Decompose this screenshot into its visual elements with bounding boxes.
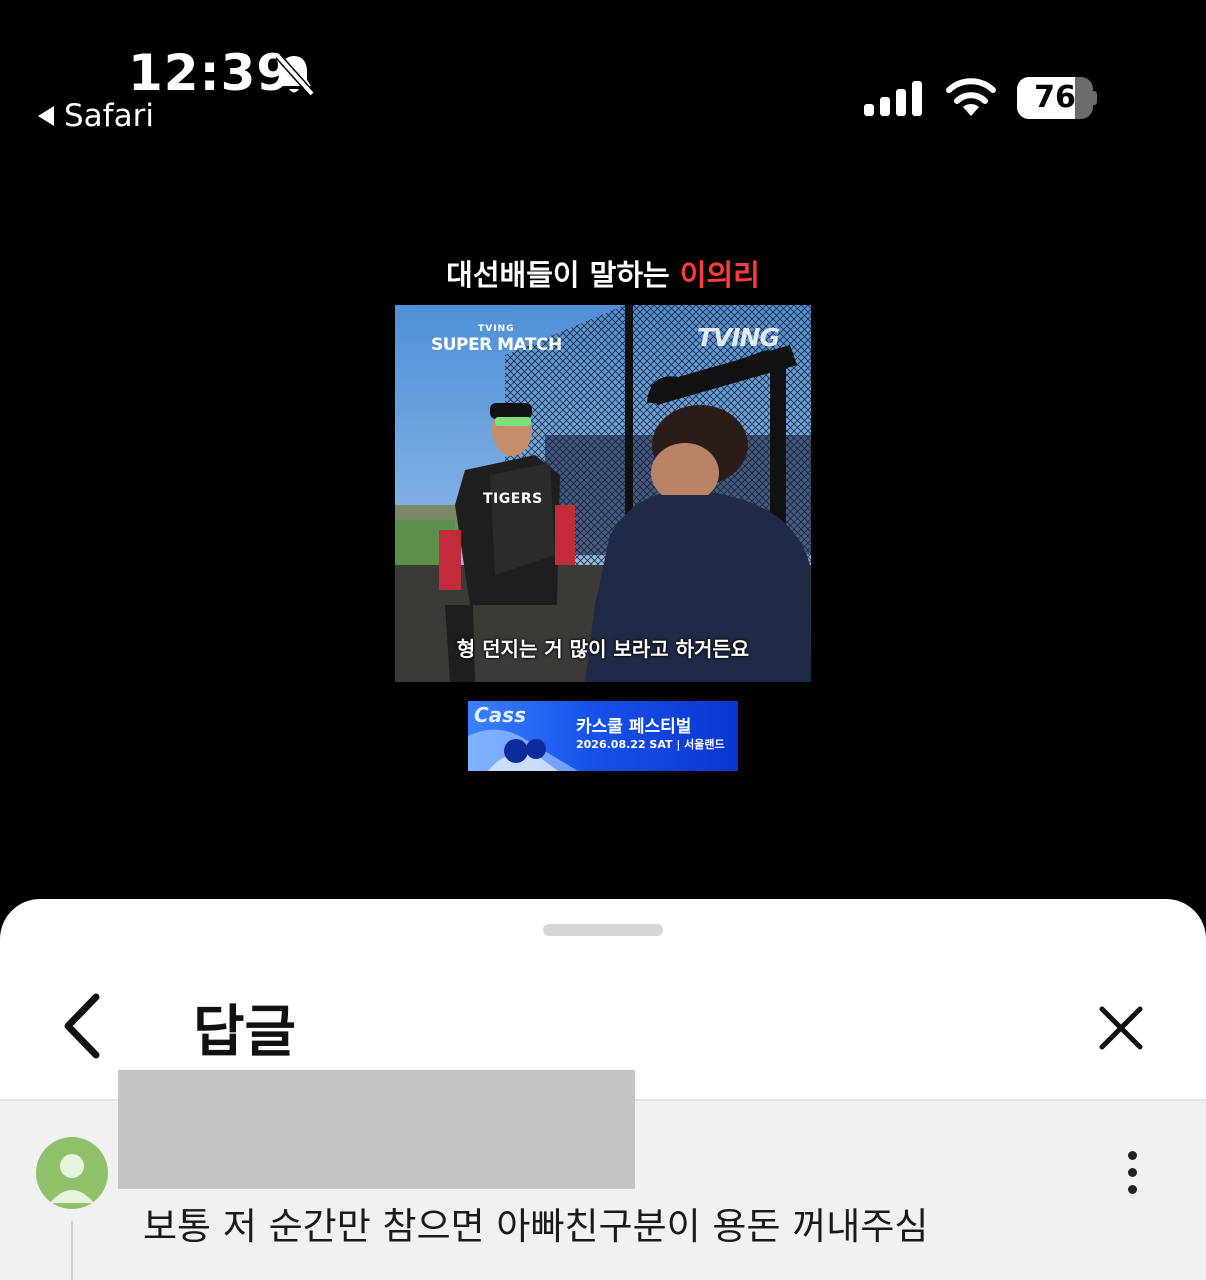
- thread-line: [71, 1221, 73, 1280]
- user-silhouette-icon: [50, 1154, 94, 1203]
- cellular-signal-icon: [864, 81, 922, 116]
- ad-fine-print: [548, 754, 734, 760]
- close-icon[interactable]: [1096, 1003, 1146, 1053]
- video-frame[interactable]: TVING SUPER MATCH TVING TIGERS 형 던지는 거 많…: [395, 305, 811, 682]
- ad-date: 2026.08.22 SAT | 서울랜드: [576, 738, 725, 751]
- more-vertical-icon[interactable]: [1118, 1151, 1148, 1195]
- video-title-highlight: 이의리: [679, 258, 760, 292]
- back-to-safari-link[interactable]: Safari: [38, 98, 154, 134]
- back-triangle-icon: [38, 106, 54, 126]
- sheet-grabber[interactable]: [543, 924, 663, 936]
- sheet-title: 답글: [193, 1000, 297, 1065]
- chevron-left-icon[interactable]: [56, 991, 110, 1061]
- jersey-lettering: TIGERS: [483, 491, 543, 507]
- replies-sheet: 답글 보통 저 순간만 참으면 아빠친구분이 용돈 꺼내주심: [0, 899, 1206, 1280]
- video-scene-image: [395, 305, 811, 682]
- redacted-author-block: [118, 1070, 635, 1189]
- ad-title: 카스쿨 페스티벌: [576, 717, 692, 737]
- video-subtitle: 형 던지는 거 많이 보라고 하거든요: [456, 637, 750, 661]
- video-title-main: 대선배들이 말하는: [446, 258, 680, 292]
- status-bar: 12:39 Safari 76: [0, 0, 1206, 150]
- tving-watermark: TVING: [696, 323, 780, 352]
- wifi-icon: [946, 78, 996, 116]
- battery-percent: 76: [1034, 80, 1076, 115]
- video-player[interactable]: 대선배들이 말하는 이의리 TVING SUPER MATCH TVING TI…: [0, 150, 1206, 900]
- avatar[interactable]: [36, 1137, 108, 1209]
- bell-slash-icon: [275, 53, 315, 97]
- comment-text: 보통 저 순간만 참으면 아빠친구분이 용돈 꺼내주심: [143, 1205, 929, 1248]
- status-time: 12:39: [128, 44, 293, 102]
- video-title: 대선배들이 말하는 이의리: [0, 252, 1206, 294]
- ad-banner[interactable]: Cass 카스쿨 페스티벌 2026.08.22 SAT | 서울랜드: [468, 701, 738, 771]
- battery-icon: 76: [1017, 77, 1097, 119]
- back-app-label: Safari: [64, 98, 154, 134]
- tving-supermatch-logo: TVING SUPER MATCH: [431, 324, 562, 355]
